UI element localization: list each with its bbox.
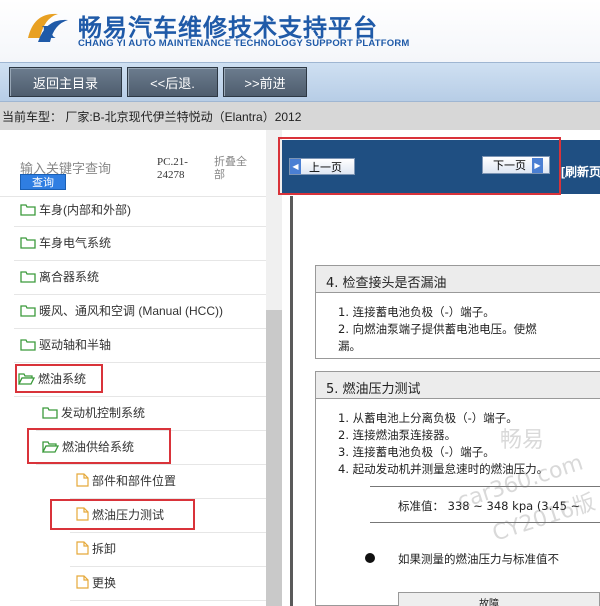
table-header: 故障 [479, 599, 499, 606]
bullet-text: 如果测量的燃油压力与标准值不 [398, 552, 559, 566]
tree-item-label: 驱动轴和半轴 [39, 337, 112, 352]
tree-item-clutch[interactable]: 离合器系统 [20, 263, 99, 289]
app-subtitle: CHANG YI AUTO MAINTENANCE TECHNOLOGY SUP… [78, 38, 410, 49]
divider [36, 464, 266, 465]
tree-item-label: 部件和部件位置 [92, 473, 177, 488]
divider [70, 566, 266, 567]
highlight-fuel-pressure-test [50, 499, 195, 530]
tree-item-replacement[interactable]: 更换 [76, 569, 116, 595]
divider [70, 532, 266, 533]
tree-item-engine-control[interactable]: 发动机控制系统 [42, 399, 145, 425]
doc-code: PC.21-24278 [157, 156, 188, 181]
app-header: R 畅易汽车维修技术支持平台 CHANG YI AUTO MAINTENANCE… [0, 0, 600, 62]
logo-icon: R [28, 13, 68, 42]
tree-item-label: 拆卸 [92, 541, 117, 556]
divider [14, 328, 266, 329]
highlight-page-nav [278, 137, 561, 195]
section-4-line: 2. 向燃油泵端子提供蓄电池电压。使燃 [338, 322, 537, 336]
refresh-link[interactable]: [刷新页面] [561, 163, 600, 180]
folder-icon [20, 270, 36, 283]
section-5-heading: 5. 燃油压力测试 [315, 371, 600, 399]
section-5-line: 3. 连接蓄电池负极（-）端子。 [338, 445, 495, 459]
tree-item-label: 离合器系统 [39, 269, 100, 284]
document-icon [76, 541, 89, 555]
bullet-icon [365, 553, 375, 563]
folder-icon [42, 406, 58, 419]
divider [70, 600, 266, 601]
nav-toolbar: 返回主目录 <<后退. >>前进 [0, 62, 600, 102]
document-icon [76, 473, 89, 487]
tree-item-body-electrical[interactable]: 车身电气系统 [20, 229, 111, 255]
divider [14, 260, 266, 261]
divider [14, 396, 266, 397]
folder-icon [20, 304, 36, 317]
tree-item-label: 车身(内部和外部) [39, 202, 131, 217]
divider [14, 226, 266, 227]
section-5-line: 1. 从蓄电池上分离负极（-）端子。 [338, 411, 518, 425]
tree-item-label: 车身电气系统 [39, 235, 112, 250]
tree-item-label: 暖风、通风和空调 (Manual (HCC)) [39, 303, 224, 318]
current-vehicle: 当前车型： 厂家:B-北京现代伊兰特悦动（Elantra）2012 [0, 102, 600, 130]
section-4-line: 1. 连接蓄电池负极（-）端子。 [338, 305, 495, 319]
folder-icon [20, 203, 36, 216]
document-icon [76, 575, 89, 589]
tree-item-label: 更换 [92, 575, 117, 590]
forward-button[interactable]: >>前进 [223, 67, 307, 97]
svg-text:R: R [42, 22, 56, 42]
section-4-line: 漏。 [338, 339, 361, 353]
tree-item-label: 发动机控制系统 [61, 405, 146, 420]
tree-item-removal[interactable]: 拆卸 [76, 535, 116, 561]
back-button[interactable]: <<后退. [127, 67, 218, 97]
fault-table: 故障 [398, 592, 600, 606]
tree-item-driveshaft[interactable]: 驱动轴和半轴 [20, 331, 111, 357]
search-button[interactable]: 查询 [20, 174, 66, 190]
collapse-all-link[interactable]: 折叠全部 [214, 156, 254, 182]
section-5-line: 2. 连接燃油泵连接器。 [338, 428, 457, 442]
tree-item-components[interactable]: 部件和部件位置 [76, 467, 176, 493]
tree-item-body[interactable]: 车身(内部和外部) [20, 196, 131, 222]
home-button[interactable]: 返回主目录 [9, 67, 122, 97]
highlight-fuel-system [15, 364, 103, 393]
folder-icon [20, 338, 36, 351]
section-4-heading: 4. 检查接头是否漏油 [315, 265, 600, 293]
folder-icon [20, 236, 36, 249]
divider [14, 294, 266, 295]
sidebar-scrollbar-thumb[interactable] [266, 310, 282, 606]
divider [14, 362, 266, 363]
highlight-fuel-supply [27, 428, 171, 464]
watermark: 畅易 [500, 428, 545, 453]
tree-item-hvac[interactable]: 暖风、通风和空调 (Manual (HCC)) [20, 297, 223, 323]
